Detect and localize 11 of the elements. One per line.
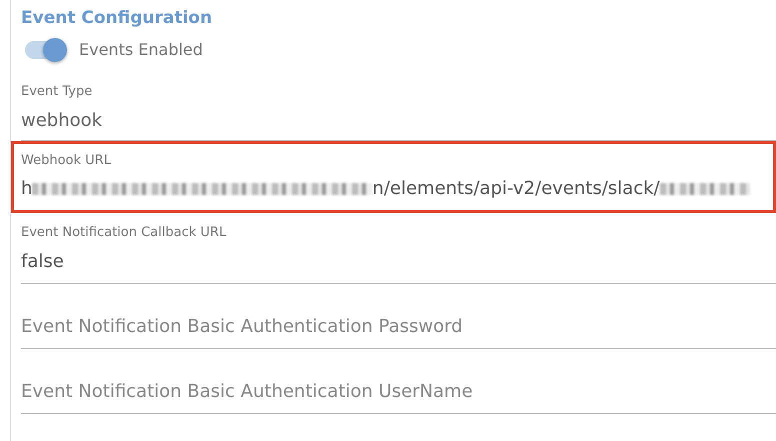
input-field[interactable]: Event Notification Basic Authentication Password	[21, 308, 776, 350]
field-label: Event Type	[21, 83, 92, 102]
section-title: Event Configuration	[21, 8, 214, 28]
input-field[interactable]: Event Notification Basic Authentication UserName	[21, 373, 776, 414]
field-label: Webhook URL	[21, 152, 111, 170]
url-field: h n/elements/api-v2/events/slack/	[21, 171, 770, 214]
field-label: Event Notification Callback URL	[21, 224, 226, 242]
input-field[interactable]: false	[21, 243, 776, 284]
toggle-label: Events Enabled	[79, 39, 203, 62]
toggle-switch[interactable]	[25, 41, 65, 60]
field-value: webhook	[21, 109, 102, 134]
